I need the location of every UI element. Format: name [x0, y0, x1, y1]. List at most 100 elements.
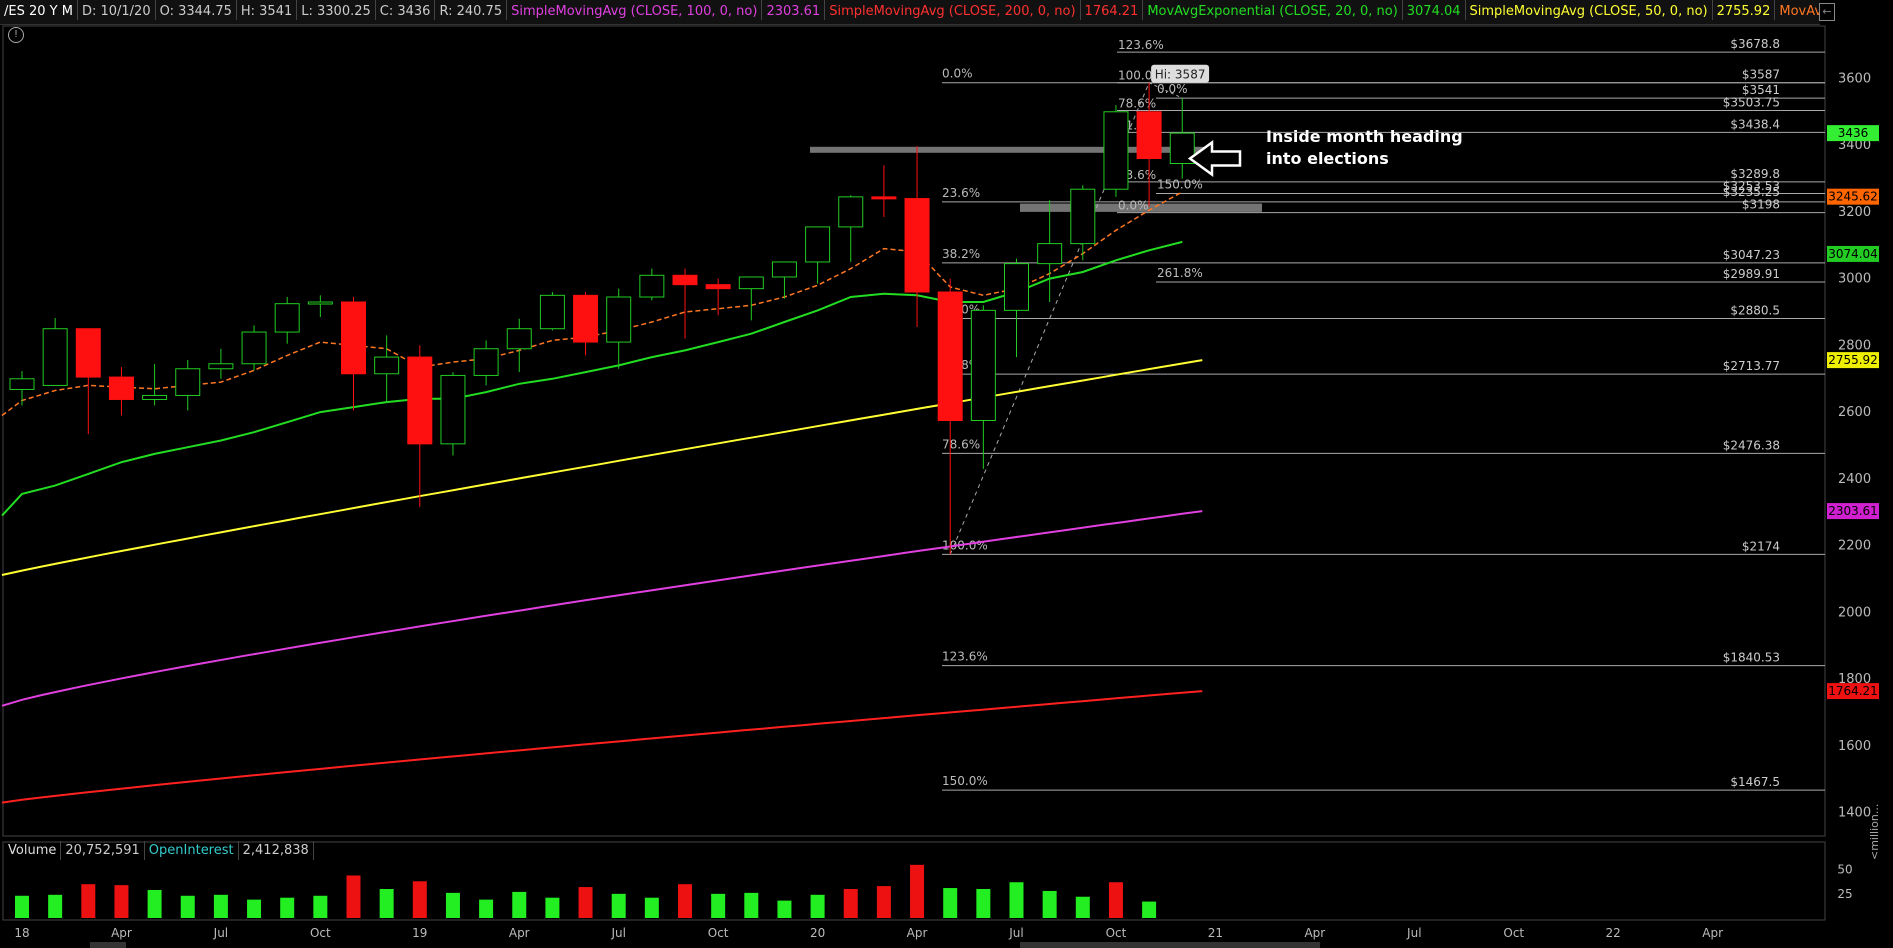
volume-bar: [843, 889, 858, 918]
volume-unit-label: <million...: [1868, 803, 1881, 860]
hi-label: Hi: 3587: [1151, 64, 1210, 83]
x-tick-label: Jul: [1406, 926, 1421, 940]
x-tick-label: Apr: [111, 926, 132, 940]
fib-price-label: $2476.38: [1723, 438, 1780, 452]
axis-price-badge: 1764.21: [1827, 683, 1879, 700]
axis-price-badge: 2303.61: [1827, 503, 1879, 520]
candle-body: [970, 309, 996, 421]
volume-tick-label: 50: [1837, 863, 1852, 877]
volume-bar: [910, 864, 925, 918]
fib-pct-label: 78.6%: [942, 437, 980, 451]
volume-bar: [247, 899, 262, 918]
volume-bar: [512, 891, 527, 918]
fib-price-label: $3198: [1742, 198, 1780, 212]
axis-price-badge: 3074.04: [1827, 245, 1879, 262]
scrollbar-left[interactable]: [90, 942, 126, 948]
volume-bar: [313, 895, 328, 918]
x-tick-label: Apr: [1304, 926, 1325, 940]
volume-bar: [976, 889, 991, 918]
candle-body: [9, 378, 35, 390]
volume-bar: [379, 889, 394, 918]
candle-body: [904, 198, 930, 293]
open-interest-value: 2,412,838: [238, 841, 314, 860]
fib-price-label: $2174: [1742, 539, 1780, 553]
axis-price-badge-text: 2755.92: [1828, 353, 1878, 367]
candle-body: [440, 374, 466, 445]
candle-body: [341, 301, 366, 375]
fib-pct-label: 261.8%: [1157, 266, 1203, 280]
fib-pct-label: 78.6%: [1118, 97, 1156, 111]
volume-bar: [15, 895, 29, 918]
volume-bar: [346, 875, 361, 918]
candle-body: [1070, 188, 1096, 245]
fib-price-label: $3678.8: [1730, 37, 1780, 51]
y-tick-label: 1400: [1838, 806, 1871, 821]
axis-price-badge-text: 2303.61: [1828, 504, 1878, 518]
x-tick-label: Apr: [509, 926, 530, 940]
volume-bar: [180, 895, 195, 918]
candle-body: [705, 284, 731, 290]
y-tick-label: 2400: [1838, 472, 1871, 487]
annotation-line-1: Inside month heading: [1266, 127, 1463, 146]
fib-price-label: $2713.77: [1723, 359, 1780, 373]
volume-bar: [777, 900, 792, 918]
scrollbar-thumb[interactable]: [1020, 942, 1320, 948]
y-tick-label: 1600: [1838, 739, 1871, 754]
candle-body: [307, 301, 333, 305]
axis-price-badge: 3245.62: [1827, 188, 1879, 205]
candle-body: [606, 296, 632, 343]
fib-pct-label: 0.0%: [942, 67, 973, 81]
fib-price-label: $1840.53: [1723, 651, 1780, 665]
candle-body: [805, 226, 831, 263]
volume-bar: [479, 899, 494, 918]
volume-bar: [81, 884, 96, 918]
axis-price-badge-text: 3245.62: [1828, 190, 1878, 204]
volume-bar: [711, 893, 726, 918]
volume-bar: [412, 881, 427, 918]
x-tick-label: Jul: [213, 926, 228, 940]
volume-bar: [48, 894, 63, 918]
candle-body: [407, 356, 433, 445]
volume-bar: [644, 897, 659, 918]
axis-price-badge-text: 3436: [1838, 126, 1869, 140]
volume-bar: [147, 889, 162, 918]
y-tick-label: 3600: [1838, 71, 1871, 86]
x-tick-label: Oct: [1106, 926, 1127, 940]
axis-price-badge-text: 3074.04: [1828, 247, 1878, 261]
fib-price-label: $3438.4: [1730, 117, 1780, 131]
candle-body: [1136, 111, 1162, 159]
candle-body: [672, 274, 698, 286]
candle-body: [473, 348, 499, 376]
volume-value: 20,752,591: [61, 841, 145, 860]
x-tick-label: Oct: [1503, 926, 1524, 940]
volume-bar: [678, 884, 692, 918]
x-tick-label: Jul: [1008, 926, 1023, 940]
axis-price-badge: 3436: [1827, 125, 1879, 142]
x-tick-label: 22: [1606, 926, 1621, 940]
volume-bar: [445, 892, 460, 918]
volume-label: Volume: [4, 841, 62, 860]
x-tick-label: 18: [14, 926, 29, 940]
candle-body: [1103, 111, 1129, 190]
candle-body: [175, 368, 201, 396]
annotation-line-2: into elections: [1266, 149, 1389, 168]
candle-body: [1004, 263, 1029, 311]
candle-body: [573, 294, 599, 343]
volume-bar: [810, 894, 825, 918]
price-chart: 1400160018002000220024002600280030003200…: [1, 25, 1879, 940]
candle-body: [241, 331, 267, 365]
fib-price-label: $1467.5: [1730, 775, 1780, 789]
candle-body: [771, 261, 797, 278]
volume-bar: [1142, 901, 1157, 918]
hi-label-text: Hi: 3587: [1155, 68, 1206, 82]
fib-pct-label: 23.6%: [942, 186, 980, 200]
candle-body: [208, 363, 234, 370]
candle-body: [274, 303, 300, 333]
axis-price-badge: 2755.92: [1827, 352, 1879, 369]
fib-pct-label: 150.0%: [942, 774, 988, 788]
volume-bar: [280, 897, 295, 918]
candle-body: [937, 291, 963, 421]
y-tick-label: 2200: [1838, 539, 1871, 554]
fib-pct-label: 38.2%: [942, 247, 980, 261]
volume-bar: [744, 892, 759, 918]
